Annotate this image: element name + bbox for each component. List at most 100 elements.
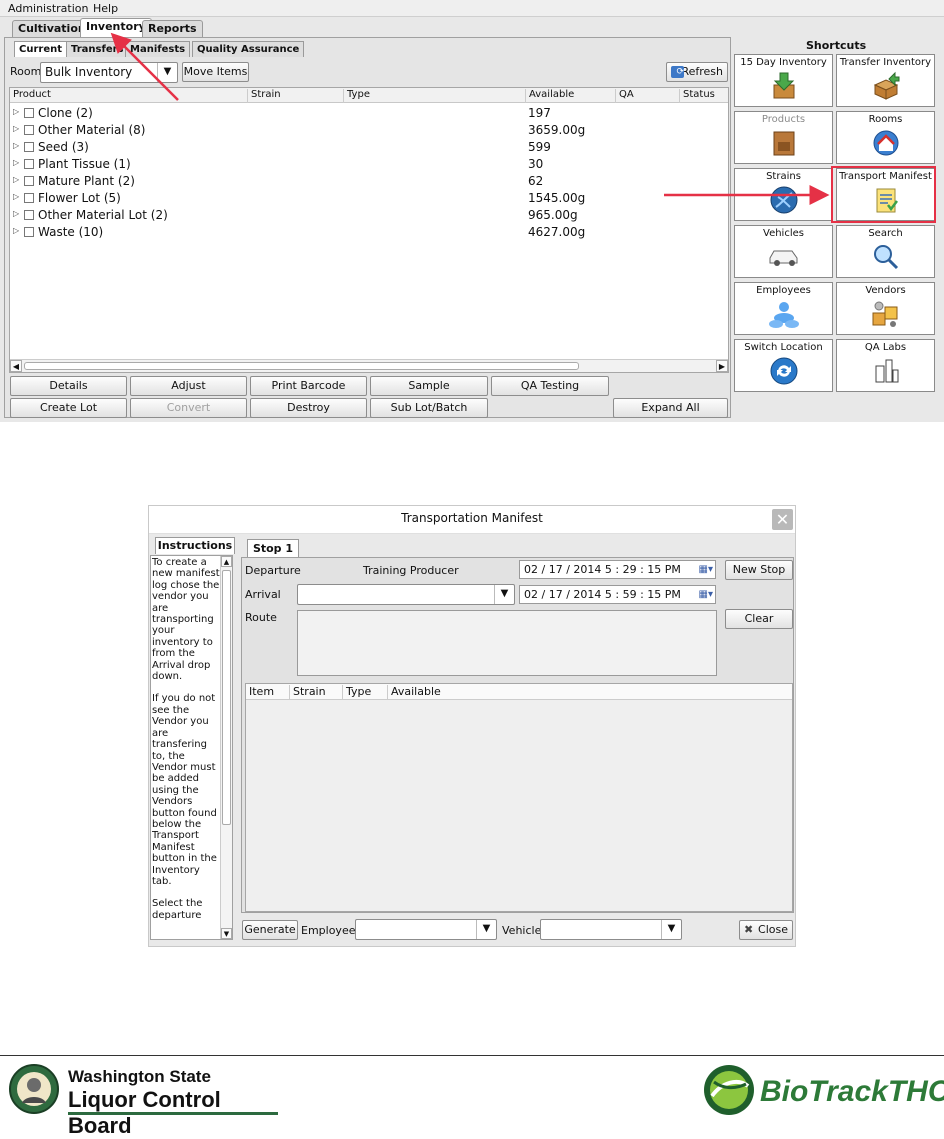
table-row[interactable]: ▷ Plant Tissue (1) 30 [10, 156, 726, 173]
table-row[interactable]: ▷ Seed (3) 599 [10, 139, 726, 156]
chevron-down-icon: ▼ [476, 920, 496, 939]
adjust-button[interactable]: Adjust [130, 376, 247, 396]
expand-icon[interactable]: ▷ [13, 175, 19, 184]
row-checkbox[interactable] [24, 159, 34, 169]
employee-select[interactable]: ▼ [355, 919, 497, 940]
table-row[interactable]: ▷ Clone (2) 197 [10, 105, 726, 122]
expand-icon[interactable]: ▷ [13, 124, 19, 133]
col-available[interactable]: Available [388, 685, 792, 700]
new-stop-button[interactable]: New Stop [725, 560, 793, 580]
col-strain[interactable]: Strain [290, 685, 343, 700]
row-checkbox[interactable] [24, 227, 34, 237]
shortcut-products[interactable]: Products [734, 111, 833, 164]
table-row[interactable]: ▷ Mature Plant (2) 62 [10, 173, 726, 190]
shortcut-strains[interactable]: Strains [734, 168, 833, 221]
shortcut-switch-location[interactable]: Switch Location [734, 339, 833, 392]
tab-transfers[interactable]: Transfers [66, 41, 129, 57]
departure-datetime[interactable]: 02 / 17 / 2014 5 : 29 : 15 PM ▦▾ [519, 560, 716, 579]
shortcuts-title: Shortcuts [806, 39, 867, 52]
col-strain[interactable]: Strain [247, 89, 281, 103]
arrival-datetime-value: 02 / 17 / 2014 5 : 59 : 15 PM [524, 588, 681, 601]
shortcut-employees[interactable]: Employees [734, 282, 833, 335]
print-barcode-button[interactable]: Print Barcode [250, 376, 367, 396]
tab-quality-assurance[interactable]: Quality Assurance [192, 41, 305, 57]
expand-icon[interactable]: ▷ [13, 158, 19, 167]
scroll-right-icon[interactable]: ▶ [716, 360, 728, 372]
row-available: 30 [528, 157, 544, 171]
calendar-icon[interactable]: ▦▾ [699, 586, 713, 603]
col-qa[interactable]: QA [615, 89, 634, 103]
menubar: Administration Help [0, 0, 944, 17]
transport-manifest-highlight [831, 166, 936, 223]
scroll-up-icon[interactable]: ▲ [221, 556, 232, 567]
tab-current[interactable]: Current [14, 41, 68, 57]
expand-icon[interactable]: ▷ [13, 226, 19, 235]
shortcut-15-day-inventory[interactable]: 15 Day Inventory [734, 54, 833, 107]
row-product: Plant Tissue (1) [38, 157, 131, 171]
arrival-datetime[interactable]: 02 / 17 / 2014 5 : 59 : 15 PM ▦▾ [519, 585, 716, 604]
table-row[interactable]: ▷ Waste (10) 4627.00g [10, 224, 726, 241]
row-checkbox[interactable] [24, 176, 34, 186]
tab-stop-1[interactable]: Stop 1 [247, 539, 299, 557]
table-row[interactable]: ▷ Other Material (8) 3659.00g [10, 122, 726, 139]
table-row[interactable]: ▷ Flower Lot (5) 1545.00g [10, 190, 726, 207]
row-checkbox[interactable] [24, 193, 34, 203]
row-checkbox[interactable] [24, 142, 34, 152]
refresh-button[interactable]: ⟳ Refresh [666, 62, 728, 82]
horizontal-scrollbar[interactable]: ◀ ▶ [10, 359, 728, 372]
row-checkbox[interactable] [24, 108, 34, 118]
shortcut-transfer-inventory[interactable]: Transfer Inventory [836, 54, 935, 107]
details-button[interactable]: Details [10, 376, 127, 396]
shortcut-qa-labs[interactable]: QA Labs [836, 339, 935, 392]
sample-button[interactable]: Sample [370, 376, 488, 396]
expand-icon[interactable]: ▷ [13, 107, 19, 116]
tab-instructions[interactable]: Instructions [155, 537, 235, 554]
shortcut-rooms[interactable]: Rooms [836, 111, 935, 164]
table-row[interactable]: ▷ Other Material Lot (2) 965.00g [10, 207, 726, 224]
convert-button[interactable]: Convert [130, 398, 247, 418]
col-type[interactable]: Type [343, 89, 370, 103]
clear-button[interactable]: Clear [725, 609, 793, 629]
row-checkbox[interactable] [24, 125, 34, 135]
expand-icon[interactable]: ▷ [13, 192, 19, 201]
shortcut-vehicles[interactable]: Vehicles [734, 225, 833, 278]
vehicle-select[interactable]: ▼ [540, 919, 682, 940]
col-item[interactable]: Item [246, 685, 290, 700]
col-status[interactable]: Status [679, 89, 715, 103]
calendar-icon[interactable]: ▦▾ [699, 561, 713, 578]
destroy-button[interactable]: Destroy [250, 398, 367, 418]
col-type[interactable]: Type [343, 685, 388, 700]
menu-help[interactable]: Help [93, 2, 118, 15]
scrollbar-thumb[interactable] [24, 362, 579, 370]
route-textarea[interactable] [297, 610, 717, 676]
move-items-button[interactable]: Move Items [182, 62, 249, 82]
row-product: Other Material (8) [38, 123, 146, 137]
expand-icon[interactable]: ▷ [13, 209, 19, 218]
expand-icon[interactable]: ▷ [13, 141, 19, 150]
shortcut-search[interactable]: Search [836, 225, 935, 278]
close-icon[interactable]: ✕ [772, 509, 793, 530]
row-checkbox[interactable] [24, 210, 34, 220]
col-product[interactable]: Product [10, 89, 51, 103]
instructions-scrollbar[interactable]: ▲ ▼ [220, 556, 232, 939]
dna-globe-icon [770, 186, 797, 214]
tab-manifests[interactable]: Manifests [125, 41, 191, 57]
expand-all-button[interactable]: Expand All [613, 398, 728, 418]
create-lot-button[interactable]: Create Lot [10, 398, 127, 418]
shortcut-vendors[interactable]: Vendors [836, 282, 935, 335]
col-available[interactable]: Available [525, 89, 574, 103]
arrival-select[interactable]: ▼ [297, 584, 515, 605]
tab-reports[interactable]: Reports [142, 20, 203, 37]
sub-lot-batch-button[interactable]: Sub Lot/Batch [370, 398, 488, 418]
menu-administration[interactable]: Administration [8, 2, 89, 15]
scroll-left-icon[interactable]: ◀ [10, 360, 22, 372]
scrollbar-thumb[interactable] [222, 570, 231, 825]
generate-button[interactable]: Generate [242, 920, 298, 940]
room-select[interactable]: Bulk Inventory ▼ [40, 62, 178, 83]
refresh-icon: ⟳ [671, 66, 684, 78]
close-button[interactable]: ✖ Close [739, 920, 793, 940]
instructions-panel: To create a new manifest log chose the v… [150, 555, 233, 940]
departure-value: Training Producer [363, 564, 459, 577]
scroll-down-icon[interactable]: ▼ [221, 928, 232, 939]
qa-testing-button[interactable]: QA Testing [491, 376, 609, 396]
